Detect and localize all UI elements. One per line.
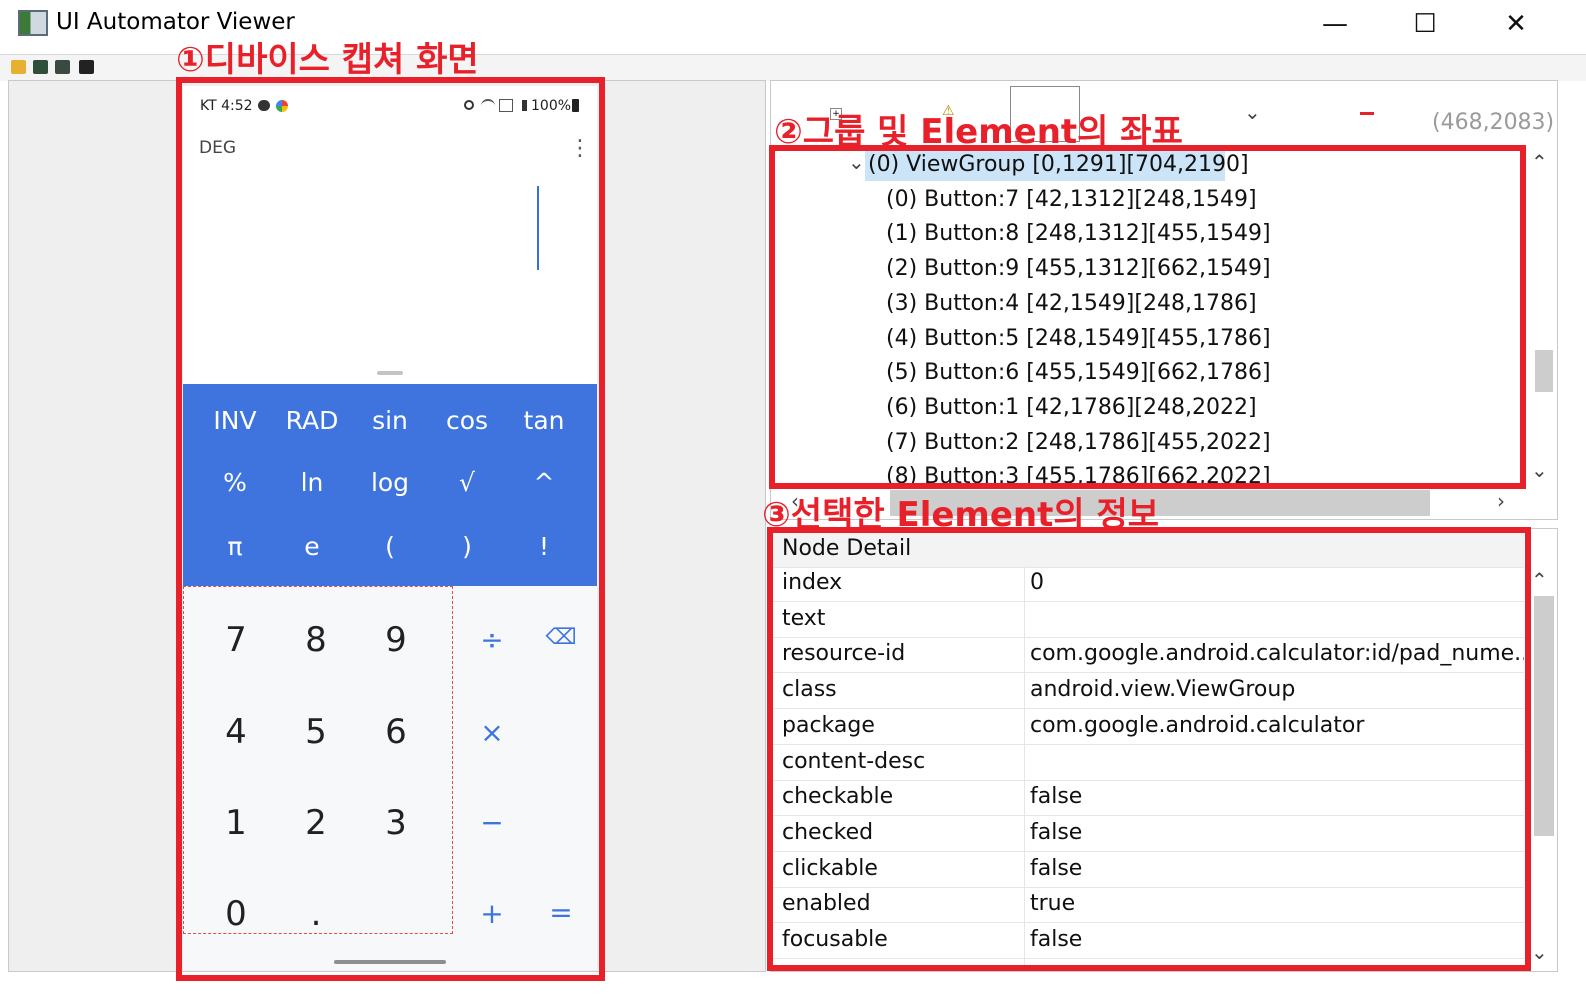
open-folder-icon[interactable] — [11, 60, 26, 74]
minimize-button[interactable]: — — [1305, 6, 1365, 42]
scroll-down-icon[interactable]: ⌄ — [1531, 458, 1548, 482]
annotation-label-tree: ②그룹 및 Element의 좌표 — [774, 112, 1183, 152]
detail-scroll-down-icon[interactable]: ⌄ — [1531, 940, 1548, 964]
detail-vertical-thumb[interactable] — [1534, 596, 1554, 836]
app-icon — [18, 10, 48, 36]
device-screenshot-compressed-icon[interactable] — [55, 60, 70, 74]
device-screenshot-icon[interactable] — [33, 60, 48, 74]
annotation-box-device — [176, 77, 605, 981]
annotation-label-detail: ③선택한 Element의 정보 — [762, 495, 1160, 535]
annotation-box-tree — [769, 145, 1526, 489]
toggle-nafs-icon[interactable] — [1360, 112, 1374, 115]
mouse-coordinates: (468,2083) — [1432, 110, 1555, 135]
tree-vertical-thumb[interactable] — [1535, 350, 1553, 392]
tree-vertical-scrollbar[interactable] — [1532, 150, 1554, 480]
annotation-label-device: ①디바이스 캡쳐 화면 — [176, 40, 479, 80]
annotation-box-detail — [767, 527, 1531, 971]
detail-scroll-up-icon[interactable]: ⌃ — [1531, 568, 1548, 592]
scroll-up-icon[interactable]: ⌃ — [1531, 150, 1548, 174]
maximize-button[interactable]: ☐ — [1395, 6, 1455, 42]
save-icon[interactable] — [79, 60, 94, 74]
scroll-right-icon[interactable]: › — [1497, 489, 1505, 513]
close-button[interactable]: ✕ — [1486, 6, 1546, 42]
chevron-down-icon[interactable]: ⌄ — [1244, 100, 1261, 124]
